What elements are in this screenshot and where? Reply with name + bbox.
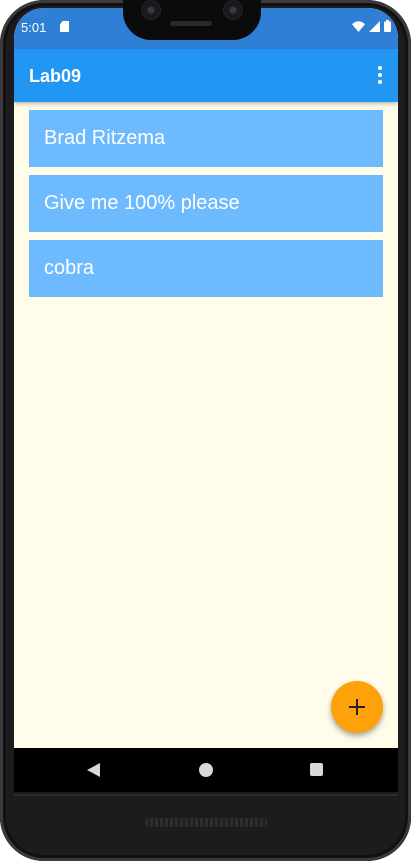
list-item-label: cobra: [44, 257, 95, 279]
status-time: 5:01: [21, 20, 47, 35]
add-item-button[interactable]: [331, 681, 383, 733]
home-icon[interactable]: [199, 763, 213, 777]
screen: 5:01 Lab09 Brad Ritzema Give me 100% ple…: [14, 8, 398, 792]
front-camera-icon: [141, 0, 161, 20]
list-item-label: Give me 100% please: [44, 192, 240, 214]
back-icon[interactable]: [87, 763, 100, 777]
list-item[interactable]: cobra: [29, 240, 383, 297]
app-bar: Lab09: [14, 49, 398, 102]
item-list: Brad Ritzema Give me 100% please cobra: [29, 110, 383, 305]
status-icons: [352, 20, 391, 32]
list-item[interactable]: Brad Ritzema: [29, 110, 383, 167]
cell-signal-icon: [369, 20, 380, 32]
plus-icon: [349, 699, 365, 715]
more-vert-icon[interactable]: [370, 61, 390, 89]
wifi-icon: [352, 20, 365, 32]
phone-frame: 5:01 Lab09 Brad Ritzema Give me 100% ple…: [0, 0, 411, 861]
list-item[interactable]: Give me 100% please: [29, 175, 383, 232]
front-camera-icon: [223, 0, 243, 20]
bezel-divider: [14, 794, 398, 796]
navigation-bar: [14, 748, 398, 792]
bottom-speaker-grille: [145, 818, 267, 827]
earpiece-speaker: [170, 21, 212, 26]
sd-card-icon: [60, 21, 69, 32]
battery-icon: [384, 20, 391, 32]
app-title: Lab09: [29, 66, 82, 86]
camera-notch: [123, 0, 261, 40]
recents-icon[interactable]: [310, 763, 323, 776]
list-item-label: Brad Ritzema: [44, 127, 166, 149]
